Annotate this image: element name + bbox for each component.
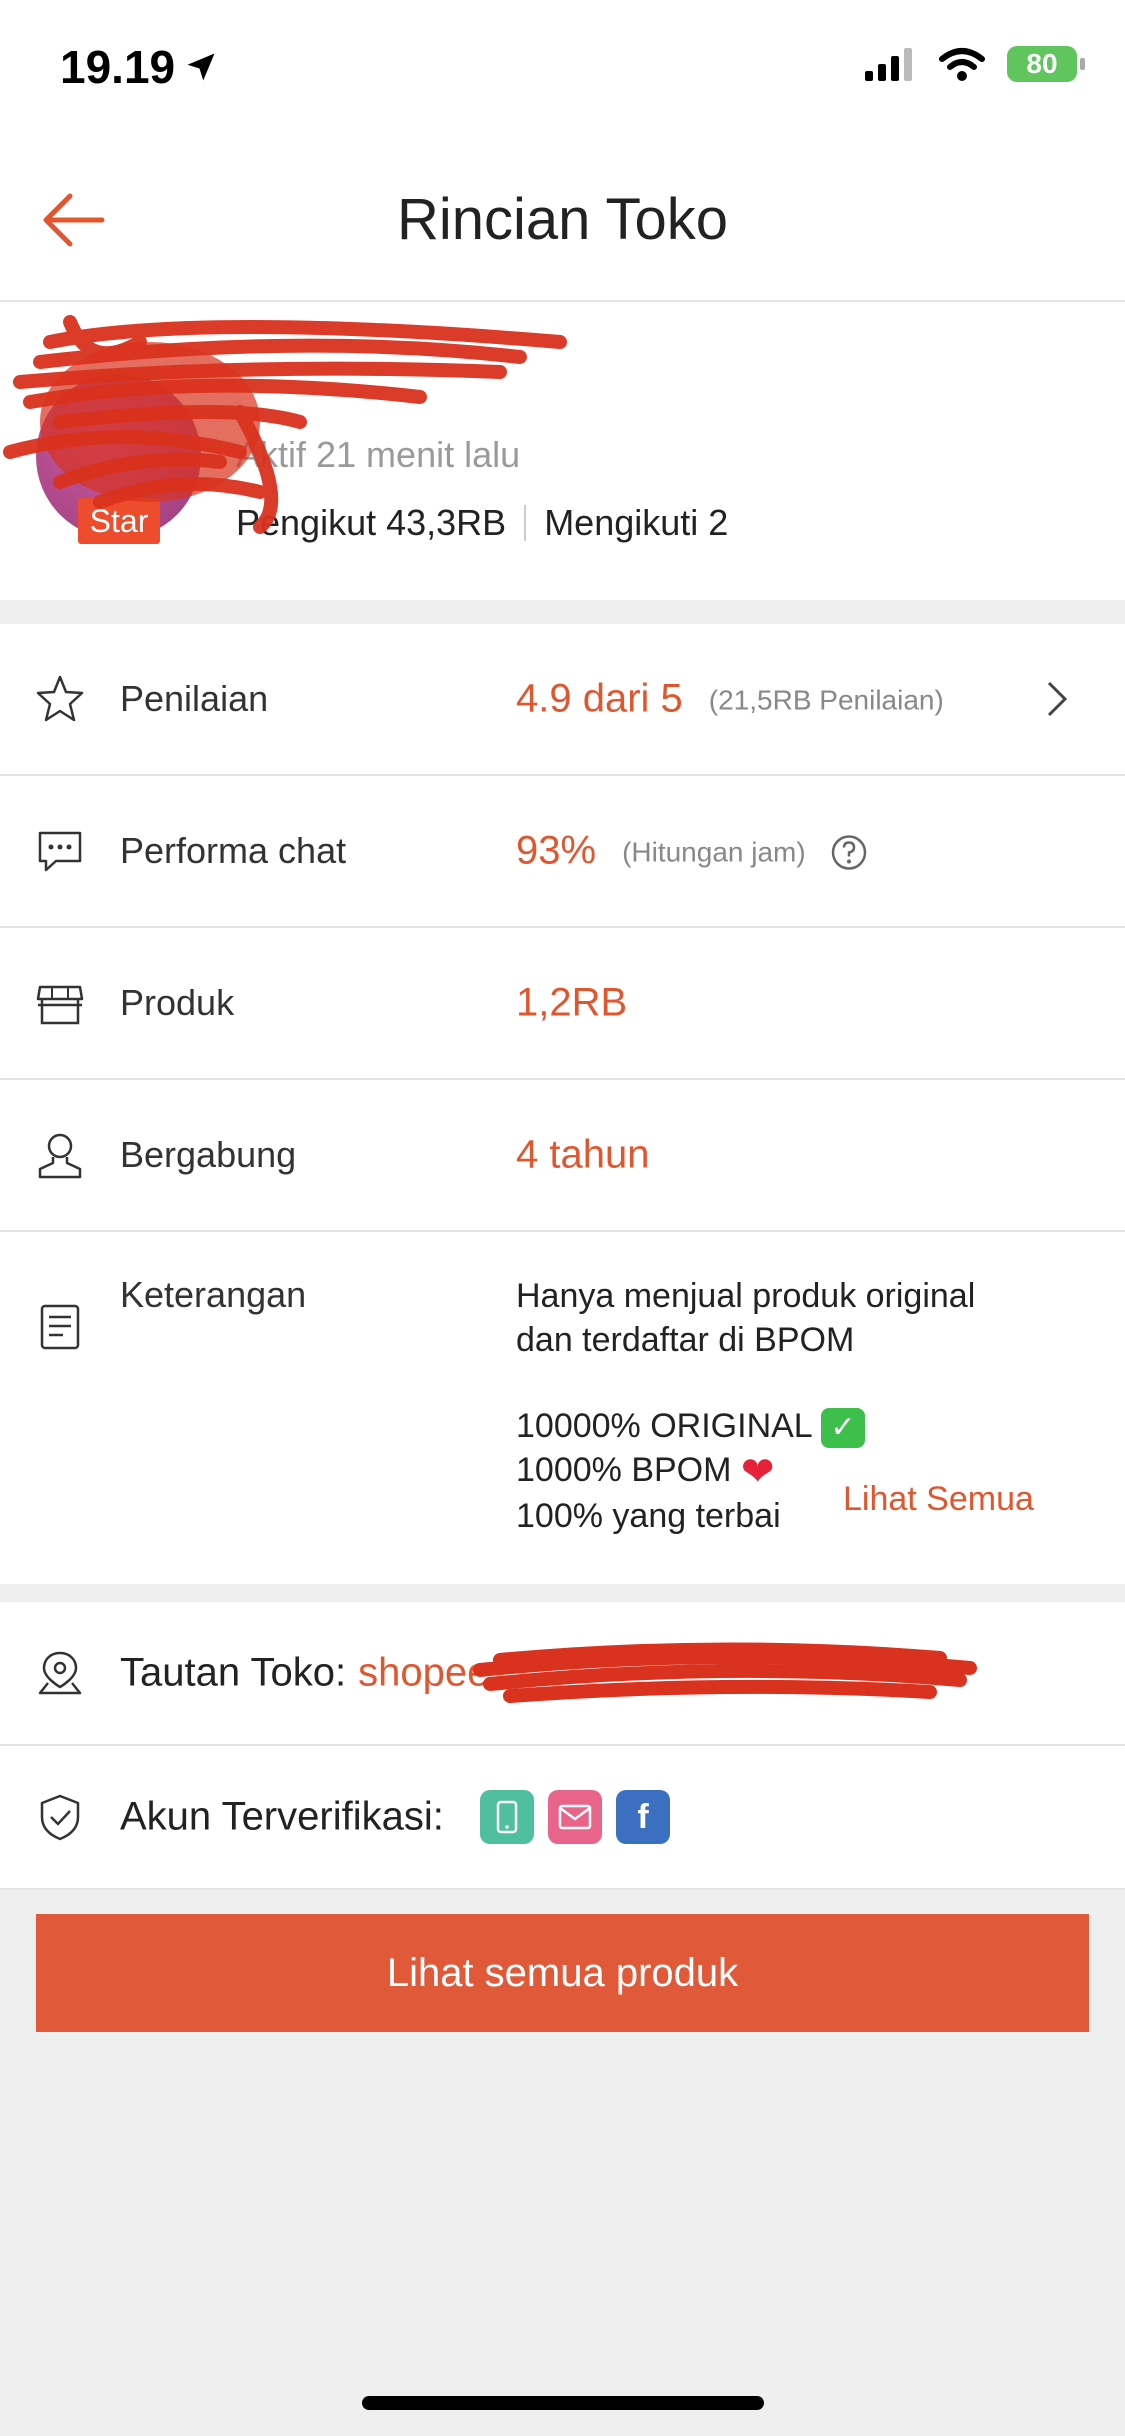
see-all-link[interactable]: Lihat Semua — [843, 1480, 1034, 1519]
rating-row[interactable]: Penilaian 4.9 dari 5 (21,5RB Penilaian) — [0, 624, 1125, 776]
rating-count: (21,5RB Penilaian) — [708, 684, 944, 716]
status-icons: 80 — [865, 46, 1085, 82]
rating-value-group: 4.9 dari 5 (21,5RB Penilaian) — [516, 677, 944, 722]
help-icon[interactable] — [830, 834, 868, 872]
joined-label: Bergabung — [120, 1134, 297, 1175]
document-icon — [40, 1304, 80, 1350]
rating-label: Penilaian — [120, 678, 269, 719]
chat-performance-value: 93% — [516, 828, 597, 873]
verified-accounts-row: Akun Terverifikasi: f — [0, 1746, 1125, 1890]
shop-link-text: Tautan Toko: shopee — [120, 1651, 489, 1696]
view-all-products-button[interactable]: Lihat semua produk — [36, 1914, 1089, 2032]
chat-performance-sub: (Hitungan jam) — [622, 836, 806, 868]
follow-stats: Pengikut 43,3RB Mengikuti 2 — [236, 502, 728, 544]
status-bar: 19.19 80 — [0, 0, 1125, 140]
phone-icon — [480, 1790, 534, 1844]
chat-performance-label: Performa chat — [120, 830, 347, 871]
check-mark-icon: ✓ — [820, 1408, 865, 1449]
description-line-1: Hanya menjual produk original — [516, 1277, 976, 1315]
heart-icon: ❤ — [740, 1450, 775, 1495]
description-line-3: 10000% ORIGINAL — [516, 1407, 812, 1445]
description-line-2: dan terdaftar di BPOM — [516, 1321, 855, 1359]
battery-level: 80 — [1026, 48, 1058, 79]
shield-check-icon — [40, 1794, 80, 1841]
description-gap — [516, 1362, 975, 1404]
description-row: Keterangan Hanya menjual produk original… — [0, 1232, 1125, 1584]
chevron-right-icon — [1047, 681, 1068, 717]
description-line-4: 1000% BPOM — [516, 1451, 732, 1490]
redaction-scribble-link — [473, 1642, 977, 1703]
rating-value: 4.9 dari 5 — [516, 676, 683, 721]
star-icon — [36, 675, 84, 722]
verified-badges: f — [480, 1790, 670, 1844]
description-line-3-wrap: 10000% ORIGINAL ✓ — [516, 1404, 975, 1449]
active-status: Aktif 21 menit lalu — [236, 434, 521, 475]
person-icon — [38, 1133, 82, 1179]
products-value: 1,2RB — [516, 980, 628, 1025]
follow-divider — [524, 505, 527, 541]
facebook-icon: f — [616, 1790, 670, 1844]
shop-stats-list: Penilaian 4.9 dari 5 (21,5RB Penilaian) P… — [0, 624, 1125, 1584]
verified-accounts-label: Akun Terverifikasi: — [120, 1794, 444, 1839]
chat-performance-row: Performa chat 93% (Hitungan jam) — [0, 776, 1125, 928]
store-icon — [36, 985, 84, 1025]
status-time-text: 19.19 — [60, 41, 176, 93]
following-count[interactable]: Mengikuti 2 — [544, 502, 728, 544]
header: Rincian Toko — [0, 140, 1125, 302]
battery-indicator: 80 — [1007, 46, 1085, 82]
shop-profile: Star Aktif 21 menit lalu Pengikut 43,3RB… — [0, 302, 1125, 600]
page-title: Rincian Toko — [396, 187, 728, 252]
shop-links: Tautan Toko: shopee Akun Terverifikasi: f — [0, 1602, 1125, 1890]
mail-icon — [548, 1790, 602, 1844]
shop-link-label: Tautan Toko: — [120, 1650, 347, 1695]
location-icon — [38, 1651, 82, 1695]
signal-icon — [865, 48, 912, 81]
description-label: Keterangan — [120, 1274, 307, 1315]
chat-icon — [38, 831, 82, 872]
joined-row: Bergabung 4 tahun — [0, 1080, 1125, 1232]
shop-link-row[interactable]: Tautan Toko: shopee — [0, 1602, 1125, 1746]
products-row: Produk 1,2RB — [0, 928, 1125, 1080]
products-label: Produk — [120, 982, 235, 1023]
joined-value: 4 tahun — [516, 1132, 650, 1177]
location-arrow-icon — [187, 53, 215, 81]
star-badge: Star — [78, 498, 160, 544]
status-time: 19.19 — [60, 40, 219, 94]
chat-performance-group: 93% (Hitungan jam) — [516, 829, 868, 874]
home-indicator[interactable] — [362, 2396, 764, 2410]
wifi-icon — [939, 48, 985, 81]
followers-count[interactable]: Pengikut 43,3RB — [236, 502, 506, 544]
